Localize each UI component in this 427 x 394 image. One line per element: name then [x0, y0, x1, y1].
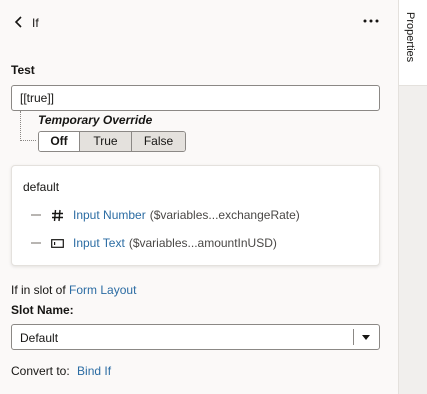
test-expression-input[interactable] — [11, 85, 380, 111]
override-false-button[interactable]: False — [131, 132, 185, 151]
slot-name-select[interactable]: Default — [11, 324, 380, 350]
bind-if-link[interactable]: Bind If — [77, 364, 111, 378]
slot-parent-line: If in slot of Form Layout — [11, 283, 136, 297]
hash-icon — [51, 209, 64, 222]
temporary-override-label: Temporary Override — [38, 113, 153, 127]
drag-handle-icon[interactable] — [31, 242, 41, 244]
input-text-icon — [51, 237, 64, 250]
caret-down-icon[interactable] — [362, 335, 370, 340]
more-options-icon[interactable] — [362, 14, 380, 28]
panel-header: If — [0, 0, 399, 44]
list-item: Input Number ($variables...exchangeRate) — [31, 207, 300, 223]
test-label: Test — [11, 63, 35, 77]
override-off-button[interactable]: Off — [39, 132, 79, 151]
input-text-detail: ($variables...amountInUSD) — [128, 236, 277, 250]
side-panel-rail: Properties — [399, 0, 427, 394]
tab-properties[interactable]: Properties — [399, 0, 427, 86]
properties-panel: If Test Temporary Override Off True Fals… — [0, 0, 399, 394]
default-slot-card: default Input Number ($variables...excha… — [11, 165, 380, 266]
tab-properties-label: Properties — [404, 12, 416, 63]
input-number-link[interactable]: Input Number — [73, 208, 146, 222]
page-title: If — [32, 16, 39, 30]
convert-label: Convert to: — [11, 364, 70, 378]
input-text-link[interactable]: Input Text — [73, 236, 125, 250]
override-segmented-control: Off True False — [38, 131, 186, 152]
chevron-left-icon[interactable] — [12, 15, 26, 29]
select-divider — [353, 329, 354, 345]
convert-line: Convert to: Bind If — [11, 364, 111, 378]
slot-name-label: Slot Name: — [11, 303, 74, 317]
form-layout-link[interactable]: Form Layout — [69, 283, 136, 297]
list-item: Input Text ($variables...amountInUSD) — [31, 235, 277, 251]
override-true-button[interactable]: True — [79, 132, 131, 151]
drag-handle-icon[interactable] — [31, 214, 41, 216]
slot-prefix-text: If in slot of — [11, 283, 66, 297]
card-title: default — [23, 180, 60, 194]
input-number-detail: ($variables...exchangeRate) — [149, 208, 300, 222]
slot-name-value: Default — [20, 331, 59, 345]
tree-connector — [20, 111, 36, 141]
